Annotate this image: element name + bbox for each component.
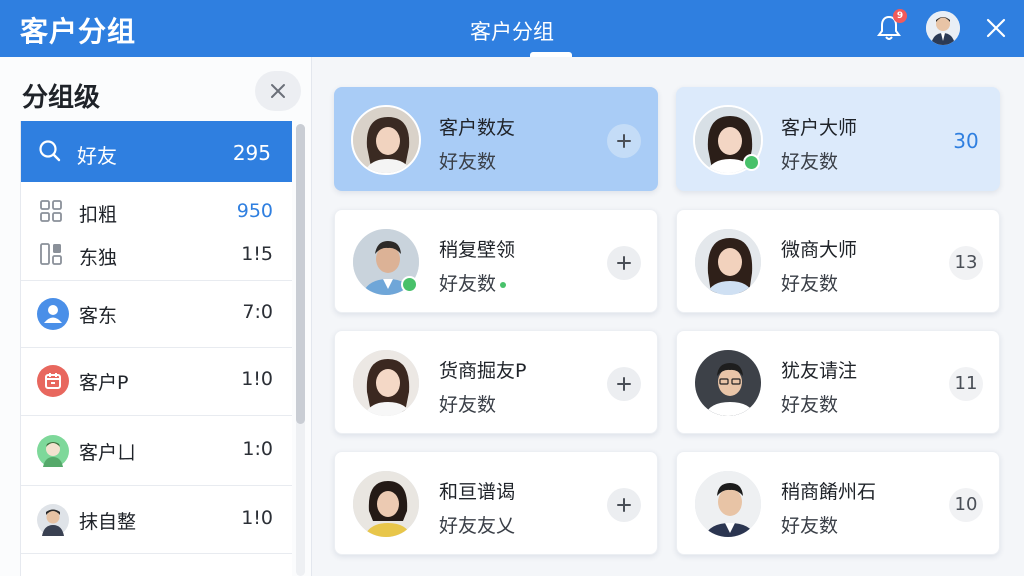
contact-avatar [351, 469, 421, 539]
group-item[interactable]: 客东 7:0 [21, 281, 292, 347]
group-item-label: 客东 [79, 305, 118, 327]
notification-badge: 9 [893, 9, 907, 23]
online-dot [500, 281, 507, 288]
group-item-count: 1:0 [242, 438, 273, 460]
contact-avatar [693, 469, 763, 539]
contact-name: 客户大师 [781, 117, 858, 139]
contact-avatar [351, 348, 421, 418]
group-item-count: 1!5 [241, 243, 273, 265]
plus-icon [617, 377, 631, 391]
contact-subtitle: 好友数 [439, 269, 507, 296]
add-button[interactable] [607, 488, 641, 522]
plus-icon [617, 256, 631, 270]
contact-card[interactable]: 和亘谱谒 好友友乂 [334, 451, 658, 555]
group-item-label: 好友 [77, 144, 117, 168]
contact-card[interactable]: 微商大师 好友数 13 [676, 209, 1000, 313]
group-item-count: 7:0 [242, 301, 273, 323]
calendar-icon [37, 365, 69, 397]
contact-name: 微商大师 [781, 239, 858, 261]
group-item-label: 扣粗 [79, 204, 118, 226]
divider [21, 415, 292, 416]
group-list: 好友 295 扣粗 950 东独 1!5 客东 7:0 客户P 1!0 客户ㄩ … [20, 121, 292, 576]
add-button[interactable] [607, 367, 641, 401]
contact-subtitle-text: 好友数 [439, 273, 497, 295]
contact-name: 货商掘友P [439, 360, 527, 382]
contact-subtitle: 好友数 [439, 394, 497, 416]
online-status-dot [743, 154, 760, 171]
group-item-label: 东独 [79, 247, 118, 269]
contact-avatar [351, 105, 421, 175]
add-button[interactable] [607, 246, 641, 280]
group-item-count: 950 [236, 200, 273, 222]
contact-card[interactable]: 犹友请注 好友数 11 [676, 330, 1000, 434]
add-button[interactable] [607, 124, 641, 158]
close-icon [271, 84, 285, 98]
divider [21, 485, 292, 486]
contact-card[interactable]: 客户大师 好友数 30 [676, 87, 1000, 191]
contact-name: 稍商餚州石 [781, 481, 877, 503]
friend-count: 10 [949, 488, 983, 522]
grid-icon [40, 200, 62, 222]
sidebar-scrollbar[interactable] [296, 124, 305, 576]
title-indicator [530, 52, 572, 57]
group-item-label: 客户P [79, 372, 129, 394]
contact-name: 犹友请注 [781, 360, 858, 382]
group-item-count: 1!0 [241, 507, 273, 529]
contact-name: 稍复壁领 [439, 239, 516, 261]
contact-card[interactable]: 稍商餚州石 好友数 10 [676, 451, 1000, 555]
user-avatar[interactable] [926, 11, 960, 45]
contact-subtitle: 好友友乂 [439, 515, 516, 537]
contact-card[interactable]: 稍复壁领 好友数 [334, 209, 658, 313]
sidebar-close-button[interactable] [255, 71, 301, 111]
friend-count: 13 [949, 246, 983, 280]
avatar-icon [37, 435, 69, 467]
group-item-count: 295 [232, 141, 271, 165]
contact-subtitle: 好友数 [781, 515, 839, 537]
group-item-count: 1!0 [241, 368, 273, 390]
group-item-label: 客户ㄩ [79, 442, 137, 464]
search-icon [39, 140, 61, 162]
group-item[interactable]: 客户P 1!0 [21, 348, 292, 414]
contact-avatar [693, 348, 763, 418]
avatar-icon [37, 504, 69, 536]
group-item-label: 抹自整 [79, 511, 137, 533]
group-sidebar: 分组级 好友 295 扣粗 950 东独 1!5 客东 7:0 客户P 1!0 … [0, 57, 312, 576]
columns-icon [40, 243, 62, 265]
group-item[interactable]: 抹自整 1!0 [21, 487, 292, 553]
contact-card[interactable]: 客户数友 好友数 [334, 87, 658, 191]
contact-name: 和亘谱谒 [439, 481, 516, 503]
group-item-active[interactable]: 好友 295 [21, 121, 292, 182]
contact-avatar [693, 227, 763, 297]
group-item[interactable]: 客户ㄩ 1:0 [21, 418, 292, 484]
friend-count: 11 [949, 367, 983, 401]
person-icon [37, 298, 69, 330]
contact-name: 客户数友 [439, 117, 516, 139]
scrollbar-thumb[interactable] [296, 124, 305, 424]
app-header: 客户分组 客户分组 9 [0, 0, 1024, 57]
sidebar-title: 分组级 [22, 83, 101, 113]
close-icon[interactable] [984, 16, 1008, 40]
plus-icon [617, 134, 631, 148]
contact-card[interactable]: 货商掘友P 好友数 [334, 330, 658, 434]
online-status-dot [401, 276, 418, 293]
friend-count: 30 [953, 129, 979, 153]
contact-subtitle: 好友数 [439, 151, 497, 173]
contact-subtitle: 好友数 [781, 151, 839, 173]
divider [21, 553, 292, 554]
contact-subtitle: 好友数 [781, 273, 839, 295]
contact-subtitle: 好友数 [781, 394, 839, 416]
group-item[interactable]: 扣粗 950 [21, 189, 292, 233]
page-title: 客户分组 [470, 20, 554, 44]
plus-icon [617, 498, 631, 512]
group-item[interactable]: 东独 1!5 [21, 232, 292, 276]
